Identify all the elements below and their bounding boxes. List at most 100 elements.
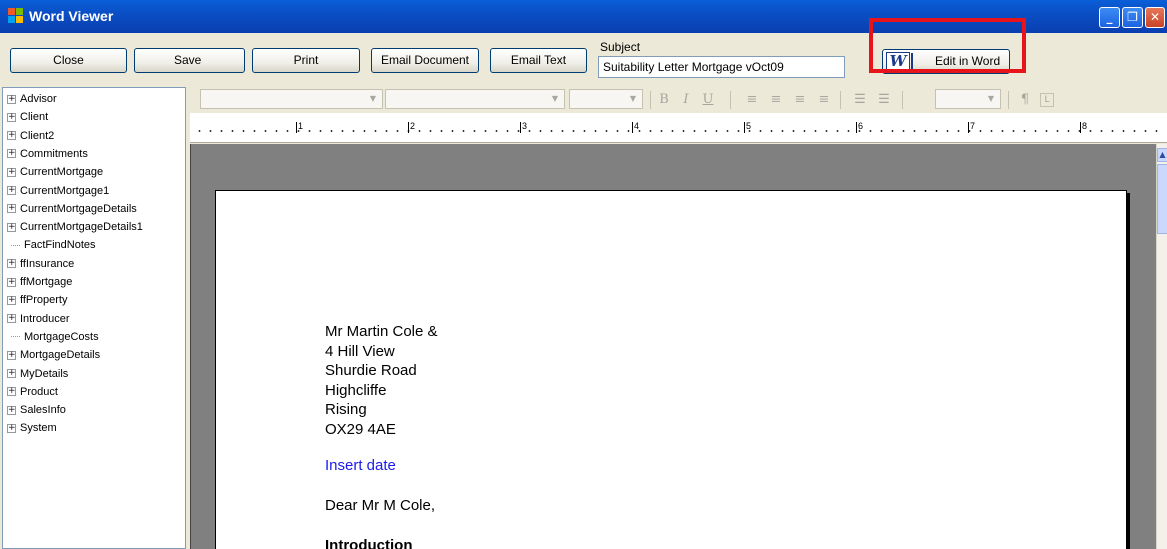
- save-button[interactable]: Save: [134, 48, 245, 73]
- expand-icon[interactable]: +: [7, 387, 16, 397]
- numbered-list-icon[interactable]: ☰: [875, 91, 893, 109]
- tree-item[interactable]: + CurrentMortgage: [7, 163, 103, 181]
- tree-item-label: Product: [20, 385, 58, 398]
- separator: [650, 91, 651, 109]
- subject-input[interactable]: Suitability Letter Mortgage vOct09: [598, 56, 845, 78]
- tree-item[interactable]: MortgageCosts: [7, 328, 99, 346]
- tree-item[interactable]: + Introducer: [7, 310, 70, 328]
- print-button[interactable]: Print: [252, 48, 360, 73]
- tree-item[interactable]: + Advisor: [7, 90, 57, 108]
- expand-icon[interactable]: +: [7, 314, 16, 324]
- app-icon: [8, 8, 24, 24]
- tree-item[interactable]: + MyDetails: [7, 365, 68, 383]
- tree-item-label: CurrentMortgageDetails: [20, 202, 137, 215]
- chevron-down-icon: ▼: [629, 94, 637, 103]
- tree-item-label: MyDetails: [20, 367, 69, 380]
- expand-icon[interactable]: +: [7, 167, 16, 177]
- italic-button[interactable]: I: [677, 91, 695, 109]
- tree-item-label: MortgageCosts: [24, 330, 99, 343]
- ruler-ticks: [194, 130, 1164, 132]
- justify-icon[interactable]: ≡: [815, 91, 833, 109]
- tree-item[interactable]: + ffMortgage: [7, 273, 72, 291]
- document-area[interactable]: Mr Martin Cole & 4 Hill View Shurdie Road H…: [190, 144, 1156, 549]
- expand-icon[interactable]: +: [7, 295, 16, 305]
- tree-item[interactable]: + Client2: [7, 127, 54, 145]
- tree-item[interactable]: + System: [7, 419, 57, 437]
- expand-icon[interactable]: +: [7, 423, 16, 433]
- address-line: Rising: [325, 401, 367, 418]
- address-line: Shurdie Road: [325, 362, 417, 379]
- format-toolbar: ▼ ▼ ▼ B I U ≡ ≡ ≡ ≡ ☰ ☰ ▼ ¶ L: [190, 87, 1167, 113]
- tree-item-label: Commitments: [20, 147, 88, 160]
- align-center-icon[interactable]: ≡: [767, 91, 785, 109]
- tree-item[interactable]: + SalesInfo: [7, 401, 66, 419]
- tree-item[interactable]: + Product: [7, 383, 58, 401]
- tree-item[interactable]: + Commitments: [7, 145, 88, 163]
- expand-icon[interactable]: +: [7, 149, 16, 159]
- ruler: 1 2 3 4 5 6 7 8: [190, 113, 1167, 143]
- tree-item-label: System: [20, 422, 57, 435]
- close-window-button[interactable]: ✕: [1145, 7, 1165, 28]
- separator: [902, 91, 903, 109]
- expand-icon[interactable]: +: [7, 112, 16, 122]
- tree-item[interactable]: + MortgageDetails: [7, 346, 100, 364]
- expand-icon[interactable]: +: [7, 405, 16, 415]
- font-select[interactable]: ▼: [385, 89, 565, 109]
- minimize-button[interactable]: _: [1099, 7, 1120, 28]
- tree-item-label: Client: [20, 111, 49, 124]
- align-right-icon[interactable]: ≡: [791, 91, 809, 109]
- expand-icon[interactable]: +: [7, 259, 16, 269]
- tree-item[interactable]: + Client: [7, 108, 48, 126]
- tree-item[interactable]: + CurrentMortgageDetails1: [7, 218, 143, 236]
- separator: [730, 91, 731, 109]
- tree-item[interactable]: FactFindNotes: [7, 236, 96, 254]
- chevron-down-icon: ▼: [987, 94, 995, 103]
- tree-item-label: ffInsurance: [20, 257, 75, 270]
- separator: [1008, 91, 1009, 109]
- tree-item[interactable]: + ffInsurance: [7, 255, 74, 273]
- expand-icon[interactable]: +: [7, 204, 16, 214]
- address-line: 4 Hill View: [325, 342, 395, 360]
- ruler-mark: 5: [743, 121, 752, 133]
- window-title: Word Viewer: [29, 8, 114, 24]
- tree-item[interactable]: + CurrentMortgage1: [7, 182, 109, 200]
- tree-item-label: CurrentMortgage: [20, 166, 104, 179]
- bold-button[interactable]: B: [655, 91, 673, 109]
- tree-item[interactable]: + CurrentMortgageDetails: [7, 200, 137, 218]
- tab-stop-icon[interactable]: L: [1040, 93, 1054, 107]
- expand-icon[interactable]: +: [7, 131, 16, 141]
- tree-item-label: Client2: [20, 129, 55, 142]
- ruler-mark: 1: [295, 121, 304, 133]
- close-button[interactable]: Close: [10, 48, 127, 73]
- email-text-button[interactable]: Email Text: [490, 48, 587, 73]
- style-select[interactable]: ▼: [200, 89, 383, 109]
- chevron-down-icon: ▼: [551, 94, 559, 103]
- restore-button[interactable]: ❐: [1122, 7, 1143, 28]
- expand-icon[interactable]: +: [7, 350, 16, 360]
- email-document-button[interactable]: Email Document: [371, 48, 479, 73]
- insert-date-field[interactable]: Insert date: [325, 457, 396, 474]
- scroll-thumb[interactable]: [1157, 164, 1167, 234]
- expand-icon[interactable]: +: [7, 277, 16, 287]
- color-select[interactable]: ▼: [935, 89, 1001, 109]
- tree-item-label: FactFindNotes: [24, 239, 96, 252]
- font-size-select[interactable]: ▼: [569, 89, 643, 109]
- tree-item[interactable]: + ffProperty: [7, 291, 68, 309]
- bullet-list-icon[interactable]: ☰: [851, 91, 869, 109]
- scroll-up-icon[interactable]: ▲: [1157, 148, 1167, 162]
- underline-button[interactable]: U: [699, 91, 717, 109]
- ruler-mark: 8: [1079, 121, 1088, 133]
- ruler-mark: 4: [631, 121, 640, 133]
- pilcrow-icon[interactable]: ¶: [1016, 91, 1034, 109]
- field-tree[interactable]: + Advisor + Client + Client2 + Commitments + Curr…: [2, 87, 186, 549]
- align-left-icon[interactable]: ≡: [743, 91, 761, 109]
- chevron-down-icon: ▼: [369, 94, 377, 103]
- ruler-mark: 7: [967, 121, 976, 133]
- expand-icon[interactable]: +: [7, 94, 16, 104]
- expand-icon[interactable]: +: [7, 186, 16, 196]
- expand-icon[interactable]: +: [7, 222, 16, 232]
- document-page[interactable]: Mr Martin Cole & 4 Hill View Shurdie Road H…: [215, 190, 1127, 549]
- vertical-scrollbar[interactable]: ▲: [1156, 144, 1167, 549]
- ruler-mark: 6: [855, 121, 864, 133]
- expand-icon[interactable]: +: [7, 369, 16, 379]
